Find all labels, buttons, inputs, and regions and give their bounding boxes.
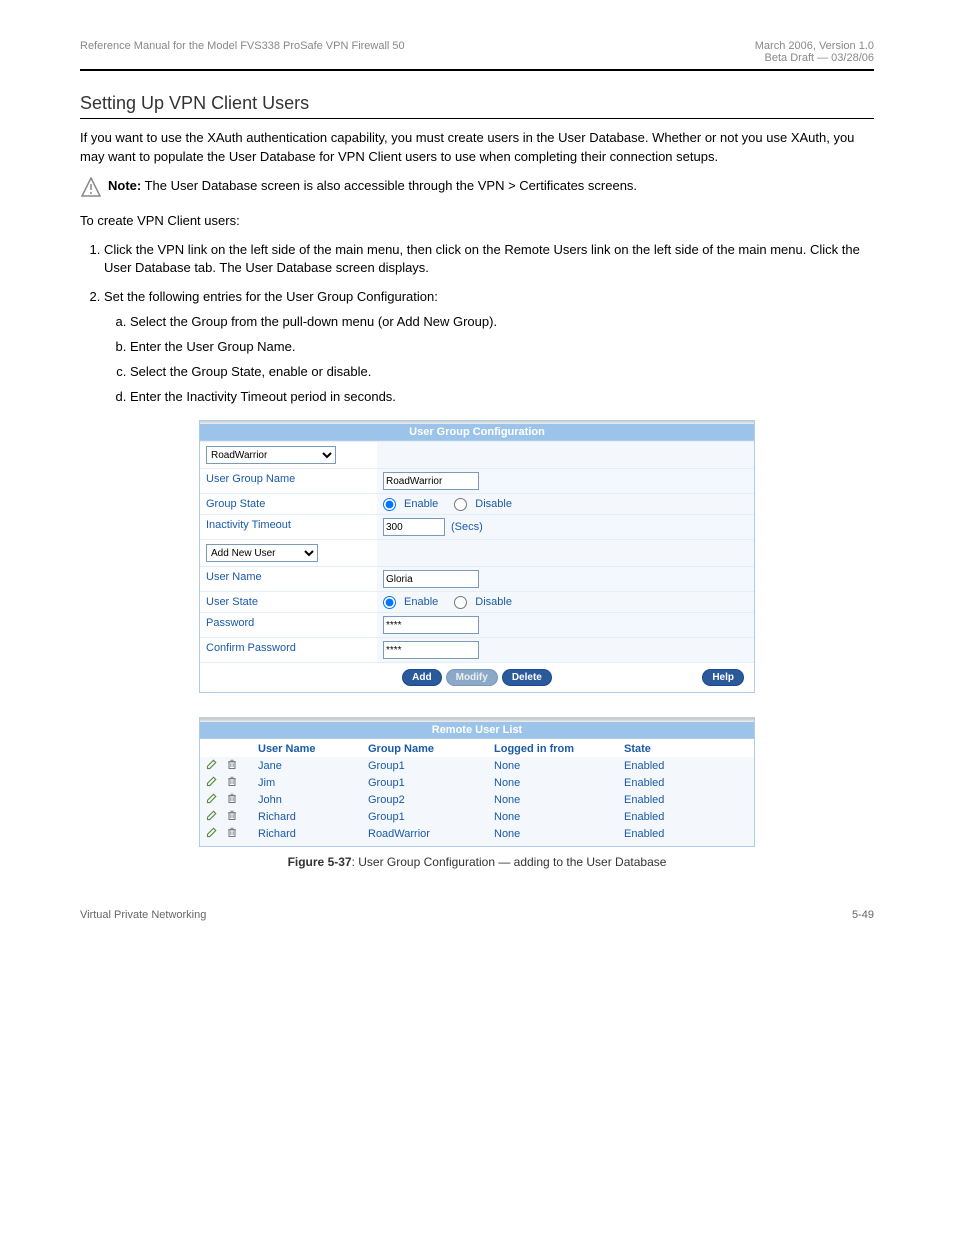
cell-user: Richard [258, 828, 368, 840]
cell-group: RoadWarrior [368, 828, 494, 840]
substeps: Select the Group from the pull-down menu… [104, 313, 874, 406]
input-group-name[interactable] [383, 472, 479, 490]
hdr-state: State [624, 743, 724, 755]
note-label: Note: [108, 178, 141, 193]
radio-group-enable[interactable] [383, 498, 396, 511]
input-inactivity[interactable] [383, 518, 445, 536]
steps-intro: To create VPN Client users: [80, 212, 874, 231]
trash-icon[interactable] [226, 792, 238, 807]
group-select[interactable]: RoadWarrior [206, 446, 336, 464]
inactivity-suffix: (Secs) [451, 521, 483, 533]
table-row: JimGroup1NoneEnabled [200, 774, 754, 791]
panel1-title: User Group Configuration [200, 424, 754, 441]
edit-icon[interactable] [206, 775, 218, 790]
step-1: Click the VPN link on the left side of t… [104, 241, 874, 279]
radio-user-disable[interactable] [454, 596, 467, 609]
remote-user-list-panel: Remote User List User Name Group Name Lo… [199, 717, 755, 847]
cell-group: Group1 [368, 811, 494, 823]
table-row: JohnGroup2NoneEnabled [200, 791, 754, 808]
label-inactivity: Inactivity Timeout [200, 515, 377, 539]
steps-list: Click the VPN link on the left side of t… [80, 241, 874, 407]
cell-state: Enabled [624, 760, 724, 772]
running-header: Reference Manual for the Model FVS338 Pr… [80, 0, 874, 69]
hdr-group: Group Name [368, 743, 494, 755]
edit-icon[interactable] [206, 809, 218, 824]
cell-user: Jane [258, 760, 368, 772]
table-row: JaneGroup1NoneEnabled [200, 757, 754, 774]
cell-logged: None [494, 811, 624, 823]
cell-state: Enabled [624, 828, 724, 840]
cell-logged: None [494, 777, 624, 789]
figure: User Group Configuration RoadWarrior Use… [199, 420, 755, 847]
figure-caption: Figure 5-37: User Group Configuration — … [80, 855, 874, 869]
footer-left: Virtual Private Networking [80, 909, 206, 921]
edit-icon[interactable] [206, 826, 218, 841]
substep-b: Enter the User Group Name. [130, 338, 874, 357]
label-group-name: User Group Name [200, 469, 377, 493]
cell-group: Group1 [368, 760, 494, 772]
substep-c: Select the Group State, enable or disabl… [130, 363, 874, 382]
cell-user: Jim [258, 777, 368, 789]
step-2: Set the following entries for the User G… [104, 288, 874, 406]
note-body: The User Database screen is also accessi… [145, 178, 637, 193]
trash-icon[interactable] [226, 826, 238, 841]
trash-icon[interactable] [226, 758, 238, 773]
label-confirm: Confirm Password [200, 638, 377, 662]
note: Note: The User Database screen is also a… [80, 177, 874, 202]
panel2-title: Remote User List [200, 722, 754, 739]
cell-group: Group1 [368, 777, 494, 789]
modify-button[interactable]: Modify [446, 669, 498, 686]
page-footer: Virtual Private Networking 5-49 [80, 909, 874, 921]
add-button[interactable]: Add [402, 669, 441, 686]
user-group-config-panel: User Group Configuration RoadWarrior Use… [199, 420, 755, 693]
header-right-1: March 2006, Version 1.0 [755, 40, 874, 52]
cell-state: Enabled [624, 811, 724, 823]
note-icon [80, 177, 102, 202]
delete-button[interactable]: Delete [502, 669, 552, 686]
section-title: Setting Up VPN Client Users [80, 93, 874, 114]
input-user-name[interactable] [383, 570, 479, 588]
help-button[interactable]: Help [702, 669, 744, 686]
label-user-state: User State [200, 592, 377, 612]
cell-state: Enabled [624, 794, 724, 806]
trash-icon[interactable] [226, 809, 238, 824]
label-password: Password [200, 613, 377, 637]
input-password[interactable] [383, 616, 479, 634]
cell-logged: None [494, 760, 624, 772]
table-row: RichardRoadWarriorNoneEnabled [200, 825, 754, 842]
edit-icon[interactable] [206, 758, 218, 773]
cell-logged: None [494, 828, 624, 840]
substep-d: Enter the Inactivity Timeout period in s… [130, 388, 874, 407]
hdr-user: User Name [258, 743, 368, 755]
footer-right: 5-49 [852, 909, 874, 921]
substep-a: Select the Group from the pull-down menu… [130, 313, 874, 332]
trash-icon[interactable] [226, 775, 238, 790]
input-confirm[interactable] [383, 641, 479, 659]
label-user-name: User Name [200, 567, 377, 591]
list-body: JaneGroup1NoneEnabledJimGroup1NoneEnable… [200, 757, 754, 846]
list-header: User Name Group Name Logged in from Stat… [200, 739, 754, 757]
cell-state: Enabled [624, 777, 724, 789]
hdr-logged: Logged in from [494, 743, 624, 755]
cell-group: Group2 [368, 794, 494, 806]
radio-user-enable[interactable] [383, 596, 396, 609]
radio-group-disable[interactable] [454, 498, 467, 511]
button-row: Add Modify Delete Help [200, 662, 754, 692]
intro-text: If you want to use the XAuth authenticat… [80, 129, 874, 167]
rule-under-title [80, 118, 874, 119]
cell-user: John [258, 794, 368, 806]
add-user-select[interactable]: Add New User [206, 544, 318, 562]
table-row: RichardGroup1NoneEnabled [200, 808, 754, 825]
rule-top [80, 69, 874, 71]
cell-user: Richard [258, 811, 368, 823]
header-left: Reference Manual for the Model FVS338 Pr… [80, 40, 405, 64]
cell-logged: None [494, 794, 624, 806]
header-right-2: Beta Draft — 03/28/06 [755, 52, 874, 64]
edit-icon[interactable] [206, 792, 218, 807]
label-group-state: Group State [200, 494, 377, 514]
